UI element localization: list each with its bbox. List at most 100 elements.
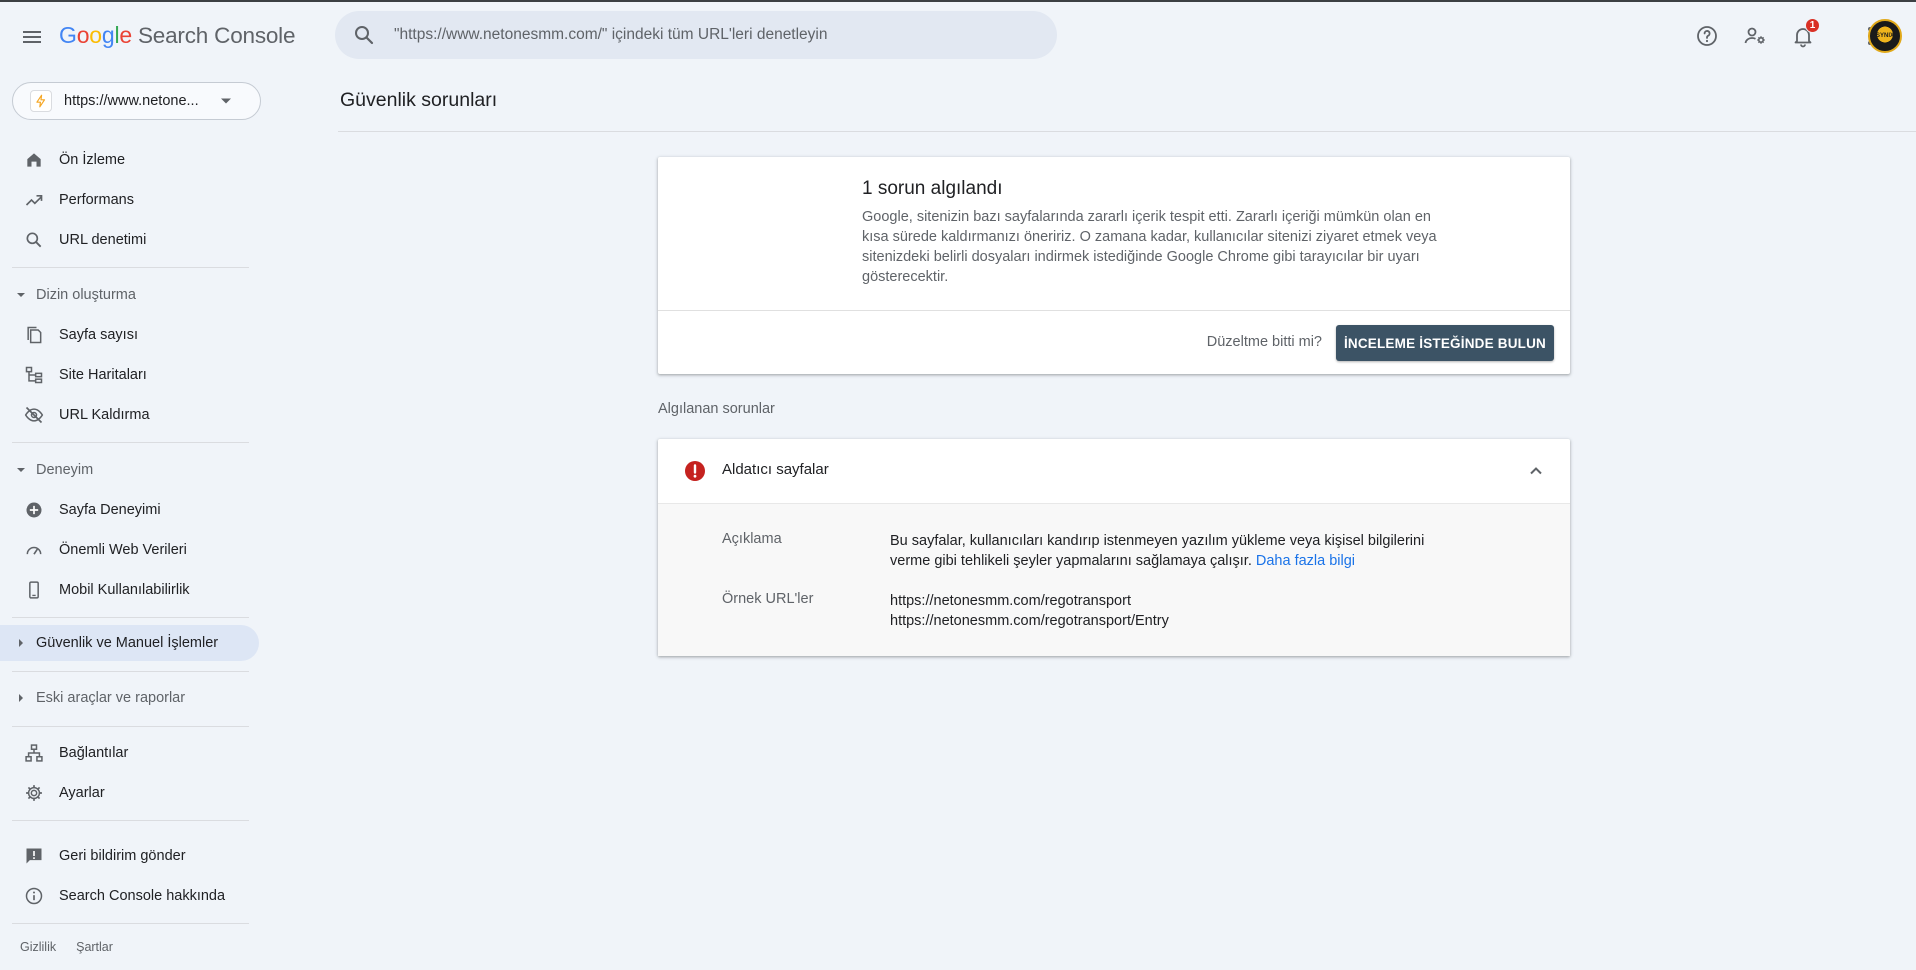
sidebar-item-label: Performans bbox=[59, 192, 134, 208]
product-name: Search Console bbox=[138, 23, 296, 48]
sidebar-item-label: Geri bildirim gönder bbox=[59, 848, 186, 864]
example-url[interactable]: https://netonesmm.com/regotransport/Entr… bbox=[890, 611, 1462, 631]
chevron-up-icon[interactable] bbox=[1524, 459, 1548, 483]
caret-down-icon bbox=[14, 460, 28, 480]
example-urls-label: Örnek URL'ler bbox=[722, 591, 814, 607]
sidebar-item-label: Ön İzleme bbox=[59, 152, 126, 168]
issue-details: Açıklama Bu sayfalar, kullanıcıları kand… bbox=[658, 503, 1570, 656]
url-inspection-search bbox=[335, 11, 1057, 59]
sidebar-item-label: Bağlantılar bbox=[59, 745, 129, 761]
trending-up-icon bbox=[24, 190, 44, 210]
logo-letter-o2: o bbox=[89, 22, 102, 48]
sidebar-section-indexing[interactable]: Dizin oluşturma bbox=[0, 277, 252, 313]
navigation-sidebar: https://www.netone... Ön İzleme Performa… bbox=[0, 68, 262, 970]
property-url: https://www.netone... bbox=[64, 93, 199, 109]
home-icon bbox=[24, 150, 44, 170]
sidebar-item-settings[interactable]: Ayarlar bbox=[0, 775, 252, 811]
hamburger-menu-icon bbox=[20, 25, 44, 49]
sidebar-section-legacy[interactable]: Eski araçlar ve raporlar bbox=[0, 680, 252, 716]
summary-description: Google, sitenizin bazı sayfalarında zara… bbox=[862, 209, 1437, 285]
search-icon[interactable] bbox=[352, 23, 376, 47]
sidebar-item-label: Sayfa sayısı bbox=[59, 327, 138, 343]
sidebar-footer-links: Gizlilik Şartlar bbox=[20, 940, 113, 954]
issue-header-toggle[interactable]: Aldatıcı sayfalar bbox=[658, 439, 1570, 503]
dropdown-caret-icon bbox=[220, 97, 232, 105]
sidebar-divider bbox=[12, 726, 249, 727]
issue-title: Aldatıcı sayfalar bbox=[722, 461, 829, 478]
detected-issues-heading: Algılanan sorunlar bbox=[658, 401, 775, 417]
sidebar-item-about[interactable]: Search Console hakkında bbox=[0, 878, 252, 914]
sitemap-icon bbox=[24, 365, 44, 385]
sidebar-section-label: Dizin oluşturma bbox=[36, 287, 136, 303]
sidebar-divider bbox=[12, 442, 249, 443]
sidebar-item-links[interactable]: Bağlantılar bbox=[0, 735, 252, 771]
links-hierarchy-icon bbox=[24, 743, 44, 763]
sidebar-item-label: Sayfa Deneyimi bbox=[59, 502, 161, 518]
sidebar-item-removals[interactable]: URL Kaldırma bbox=[0, 397, 252, 433]
sidebar-item-label: URL denetimi bbox=[59, 232, 147, 248]
sidebar-divider bbox=[12, 923, 249, 924]
sidebar-section-security[interactable]: Güvenlik ve Manuel İşlemler bbox=[0, 625, 259, 661]
feedback-icon bbox=[24, 846, 44, 866]
logo-letter-o1: o bbox=[76, 22, 90, 48]
notification-count-badge: 1 bbox=[1805, 18, 1820, 33]
sidebar-item-mobile-usability[interactable]: Mobil Kullanılabilirlik bbox=[0, 572, 252, 608]
request-review-button[interactable]: İNCELEME İSTEĞİNDE BULUN bbox=[1335, 325, 1554, 361]
privacy-link[interactable]: Gizlilik bbox=[20, 940, 56, 954]
page-title: Güvenlik sorunları bbox=[340, 89, 498, 111]
issues-summary-card: 1 sorun algılandı Google, sitenizin bazı… bbox=[658, 157, 1570, 374]
caret-down-icon bbox=[14, 285, 28, 305]
sidebar-item-label: Önemli Web Verileri bbox=[59, 542, 187, 558]
description-value: Bu sayfalar, kullanıcıları kandırıp iste… bbox=[890, 531, 1462, 571]
sidebar-item-url-inspection[interactable]: URL denetimi bbox=[0, 222, 252, 258]
property-selector[interactable]: https://www.netone... bbox=[12, 82, 261, 120]
sidebar-item-pages[interactable]: Sayfa sayısı bbox=[0, 317, 252, 353]
sidebar-item-overview[interactable]: Ön İzleme bbox=[0, 142, 252, 178]
search-icon bbox=[24, 230, 44, 250]
sidebar-item-page-experience[interactable]: Sayfa Deneyimi bbox=[0, 492, 252, 528]
sidebar-item-performance[interactable]: Performans bbox=[0, 182, 252, 218]
sidebar-divider bbox=[12, 617, 249, 618]
notifications-button[interactable]: 1 bbox=[1783, 16, 1823, 56]
help-button[interactable] bbox=[1687, 16, 1727, 56]
manage-users-icon bbox=[1743, 24, 1767, 48]
logo-letter-e: e bbox=[119, 22, 132, 48]
learn-more-link[interactable]: Daha fazla bilgi bbox=[1256, 553, 1355, 569]
card-divider bbox=[658, 310, 1570, 311]
gear-icon bbox=[24, 783, 44, 803]
property-lightning-icon bbox=[30, 90, 52, 112]
sidebar-section-experience[interactable]: Deneyim bbox=[0, 452, 252, 488]
sidebar-item-feedback[interactable]: Geri bildirim gönder bbox=[0, 838, 252, 874]
visibility-off-icon bbox=[24, 405, 44, 425]
google-wordmark: Google bbox=[59, 22, 132, 49]
sidebar-item-sitemaps[interactable]: Site Haritaları bbox=[0, 357, 252, 393]
caret-right-icon bbox=[14, 688, 28, 708]
summary-title: 1 sorun algılandı bbox=[862, 178, 1003, 199]
caret-right-icon bbox=[14, 633, 28, 653]
sidebar-section-label: Deneyim bbox=[36, 462, 94, 478]
sidebar-section-label: Eski araçlar ve raporlar bbox=[36, 690, 186, 706]
add-circle-icon bbox=[24, 500, 44, 520]
sidebar-divider bbox=[12, 671, 249, 672]
error-icon bbox=[683, 459, 707, 483]
description-label: Açıklama bbox=[722, 531, 782, 547]
sidebar-item-core-web-vitals[interactable]: Önemli Web Verileri bbox=[0, 532, 252, 568]
sidebar-item-label: Search Console hakkında bbox=[59, 888, 226, 904]
pages-icon bbox=[24, 325, 44, 345]
terms-link[interactable]: Şartlar bbox=[76, 940, 113, 954]
smartphone-icon bbox=[24, 580, 44, 600]
info-icon bbox=[24, 886, 44, 906]
logo-letter-g2: g bbox=[101, 22, 115, 48]
sidebar-section-label: Güvenlik ve Manuel İşlemler bbox=[36, 635, 219, 651]
manage-users-button[interactable] bbox=[1735, 16, 1775, 56]
search-console-logo[interactable]: Google Search Console bbox=[59, 22, 295, 52]
sidebar-divider bbox=[12, 820, 249, 821]
issue-card-deceptive-pages: Aldatıcı sayfalar Açıklama Bu sayfalar, … bbox=[658, 439, 1570, 656]
avatar-initials: SYNIX bbox=[1875, 33, 1894, 39]
sidebar-item-label: Site Haritaları bbox=[59, 367, 147, 383]
account-avatar[interactable]: SYNIX bbox=[1868, 19, 1902, 53]
main-menu-button[interactable] bbox=[14, 19, 50, 55]
speed-gauge-icon bbox=[24, 540, 44, 560]
example-url[interactable]: https://netonesmm.com/regotransport bbox=[890, 591, 1462, 611]
search-input[interactable] bbox=[394, 26, 1034, 44]
